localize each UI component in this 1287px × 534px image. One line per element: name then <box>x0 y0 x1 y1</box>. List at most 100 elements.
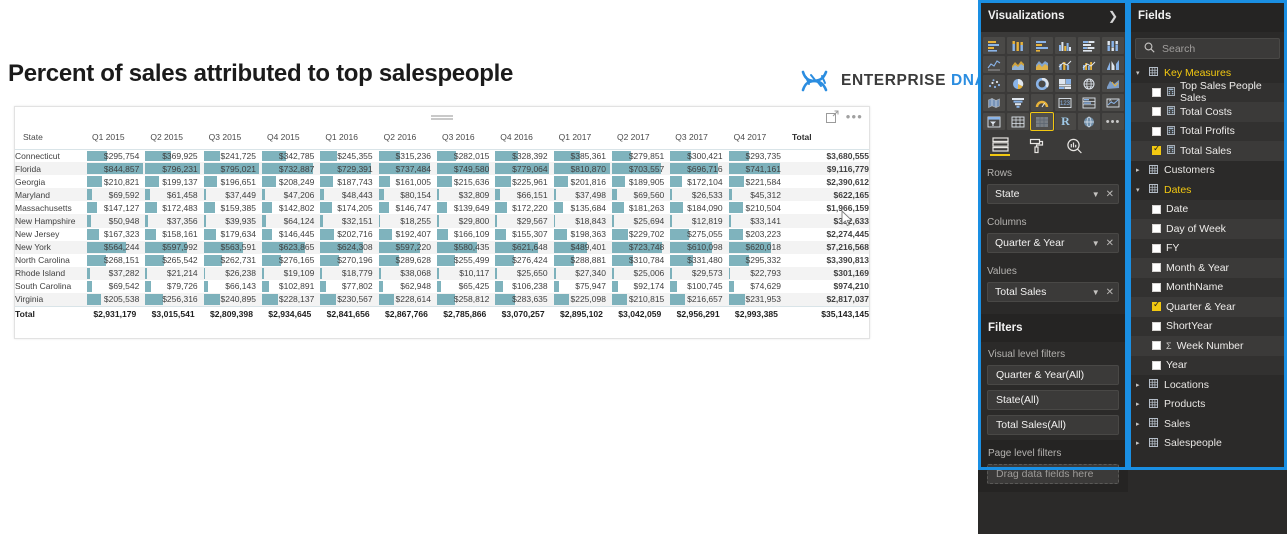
paint-roller-icon[interactable] <box>1027 138 1047 156</box>
matrix-cell[interactable]: $342,785 <box>260 149 318 162</box>
field-checkbox[interactable] <box>1152 282 1161 292</box>
matrix-cell[interactable]: $79,726 <box>143 280 201 293</box>
matrix-cell[interactable]: $45,312 <box>726 188 785 202</box>
100-stacked-column-chart-icon[interactable] <box>1102 37 1124 54</box>
field-checkbox[interactable] <box>1152 263 1161 273</box>
field-checkbox[interactable] <box>1152 341 1161 351</box>
matrix-cell[interactable]: $29,567 <box>493 214 552 228</box>
matrix-cell[interactable]: $106,238 <box>493 280 551 293</box>
field-table-sales[interactable]: ▸ Sales <box>1128 414 1287 434</box>
matrix-cell[interactable]: $258,812 <box>434 293 494 307</box>
matrix-cell[interactable]: $187,743 <box>318 175 376 188</box>
scatter-chart-icon[interactable] <box>983 75 1005 92</box>
matrix-cell[interactable]: $29,573 <box>668 266 727 280</box>
remove-field-icon[interactable]: ✕ <box>1106 189 1114 200</box>
matrix-cell-row-total[interactable]: $2,274,445 <box>785 228 869 241</box>
field-checkbox[interactable] <box>1152 87 1161 97</box>
matrix-cell[interactable]: $293,735 <box>727 149 785 162</box>
matrix-cell[interactable]: $276,424 <box>493 254 551 267</box>
matrix-col-header[interactable]: Q3 2016 <box>434 129 494 150</box>
matrix-cell[interactable]: $289,628 <box>377 254 435 267</box>
matrix-cell-row-total[interactable]: $9,116,779 <box>784 162 869 176</box>
matrix-cell[interactable]: $33,141 <box>726 214 785 228</box>
matrix-cell[interactable]: $77,802 <box>318 280 376 293</box>
matrix-row-header[interactable]: Connecticut <box>15 149 85 162</box>
field-table-dates[interactable]: ▾ Dates <box>1128 180 1287 200</box>
matrix-cell[interactable]: $12,819 <box>668 214 727 228</box>
matrix-col-header[interactable]: Q3 2017 <box>668 129 727 150</box>
well-field-columns[interactable]: Quarter & Year ▼ ✕ <box>987 233 1119 253</box>
magnifier-chart-icon[interactable] <box>1064 138 1084 156</box>
matrix-col-header[interactable]: Q4 2015 <box>259 129 319 150</box>
matrix-cell[interactable]: $288,881 <box>552 254 610 267</box>
matrix-cell[interactable]: $210,504 <box>727 201 785 214</box>
matrix-cell[interactable]: $192,407 <box>377 228 435 241</box>
matrix-cell-row-total[interactable]: $7,216,568 <box>784 240 869 254</box>
matrix-cell[interactable]: $580,435 <box>434 240 494 254</box>
matrix-cell[interactable]: $737,484 <box>376 162 435 176</box>
more-options-icon[interactable]: ••• <box>846 110 863 123</box>
matrix-cell[interactable]: $18,843 <box>551 214 610 228</box>
matrix-cell[interactable]: $295,754 <box>85 149 143 162</box>
r-script-visual-icon[interactable]: R <box>1054 113 1077 130</box>
table-row[interactable]: Massachusetts $147,127 $172,483 $159,385 $14… <box>15 201 869 214</box>
matrix-cell-row-total[interactable]: $974,210 <box>785 280 869 293</box>
pie-chart-icon[interactable] <box>1006 75 1029 92</box>
visual-level-filter-card[interactable]: Total Sales(All) <box>987 415 1119 435</box>
matrix-cell[interactable]: $172,483 <box>143 201 201 214</box>
matrix-cell[interactable]: $27,340 <box>551 266 610 280</box>
matrix-cell[interactable]: $203,223 <box>727 228 785 241</box>
matrix-cell[interactable]: $32,151 <box>318 214 377 228</box>
field-item-date[interactable]: Date <box>1128 199 1287 219</box>
matrix-cell[interactable]: $208,249 <box>260 175 318 188</box>
matrix-icon[interactable] <box>1029 112 1054 131</box>
matrix-col-header-state[interactable]: State <box>15 129 85 150</box>
matrix-cell[interactable]: $202,716 <box>318 228 376 241</box>
chevron-down-icon[interactable]: ▼ <box>1092 239 1100 248</box>
matrix-cell[interactable]: $779,064 <box>493 162 552 176</box>
matrix-cell[interactable]: $732,887 <box>259 162 319 176</box>
matrix-col-header[interactable]: Q2 2017 <box>609 129 669 150</box>
matrix-cell[interactable]: $22,793 <box>726 266 785 280</box>
chevron-down-icon[interactable]: ▼ <box>1092 288 1100 297</box>
100-stacked-bar-chart-icon[interactable] <box>1078 37 1101 54</box>
matrix-cell[interactable]: $205,538 <box>85 293 144 307</box>
matrix-cell[interactable]: $181,263 <box>610 201 668 214</box>
well-field-values[interactable]: Total Sales ▼ ✕ <box>987 282 1119 302</box>
matrix-cell[interactable]: $241,725 <box>202 149 260 162</box>
field-item-fy[interactable]: FY <box>1128 238 1287 258</box>
matrix-cell[interactable]: $199,137 <box>143 175 201 188</box>
matrix-cell[interactable]: $230,567 <box>318 293 377 307</box>
matrix-cell[interactable]: $80,154 <box>376 188 435 202</box>
matrix-row-header[interactable]: Massachusetts <box>15 201 85 214</box>
field-checkbox[interactable] <box>1152 224 1161 234</box>
matrix-cell[interactable]: $69,592 <box>85 188 144 202</box>
visual-type-gallery[interactable]: 123 A R ••• <box>978 32 1128 132</box>
matrix-col-header[interactable]: Q1 2015 <box>85 129 144 150</box>
kpi-icon[interactable]: A <box>1102 94 1124 111</box>
matrix-cell-row-total[interactable]: $2,390,612 <box>785 175 869 188</box>
matrix-cell[interactable]: $62,948 <box>377 280 435 293</box>
matrix-cell-row-total[interactable]: $392,633 <box>784 214 869 228</box>
matrix-cell[interactable]: $741,161 <box>726 162 785 176</box>
matrix-col-header[interactable]: Q3 2015 <box>201 129 260 150</box>
matrix-col-header[interactable]: Q2 2016 <box>376 129 435 150</box>
matrix-cell[interactable]: $729,391 <box>318 162 377 176</box>
matrix-cell[interactable]: $37,282 <box>85 266 144 280</box>
matrix-cell[interactable]: $621,648 <box>493 240 552 254</box>
matrix-cell[interactable]: $275,055 <box>668 228 726 241</box>
matrix-cell[interactable]: $216,657 <box>668 293 727 307</box>
matrix-cell-row-total[interactable]: $3,390,813 <box>785 254 869 267</box>
matrix-cell[interactable]: $21,214 <box>143 266 202 280</box>
table-icon[interactable] <box>1006 113 1029 130</box>
field-item-total-profits[interactable]: Total Profits <box>1128 121 1287 141</box>
chevron-right-icon[interactable]: ▸ <box>1136 381 1143 389</box>
table-row[interactable]: New Hampshire $50,948 $37,356 $39,935 $64,12… <box>15 214 869 228</box>
matrix-cell[interactable]: $225,098 <box>551 293 610 307</box>
matrix-cell[interactable]: $179,634 <box>202 228 260 241</box>
table-row[interactable]: Rhode Island $37,282 $21,214 $26,238 $19,109… <box>15 266 869 280</box>
matrix-cell[interactable]: $174,205 <box>318 201 376 214</box>
matrix-cell-row-total[interactable]: $3,680,555 <box>785 149 869 162</box>
matrix-cell[interactable]: $265,542 <box>143 254 201 267</box>
search-input[interactable]: Search <box>1135 38 1280 59</box>
